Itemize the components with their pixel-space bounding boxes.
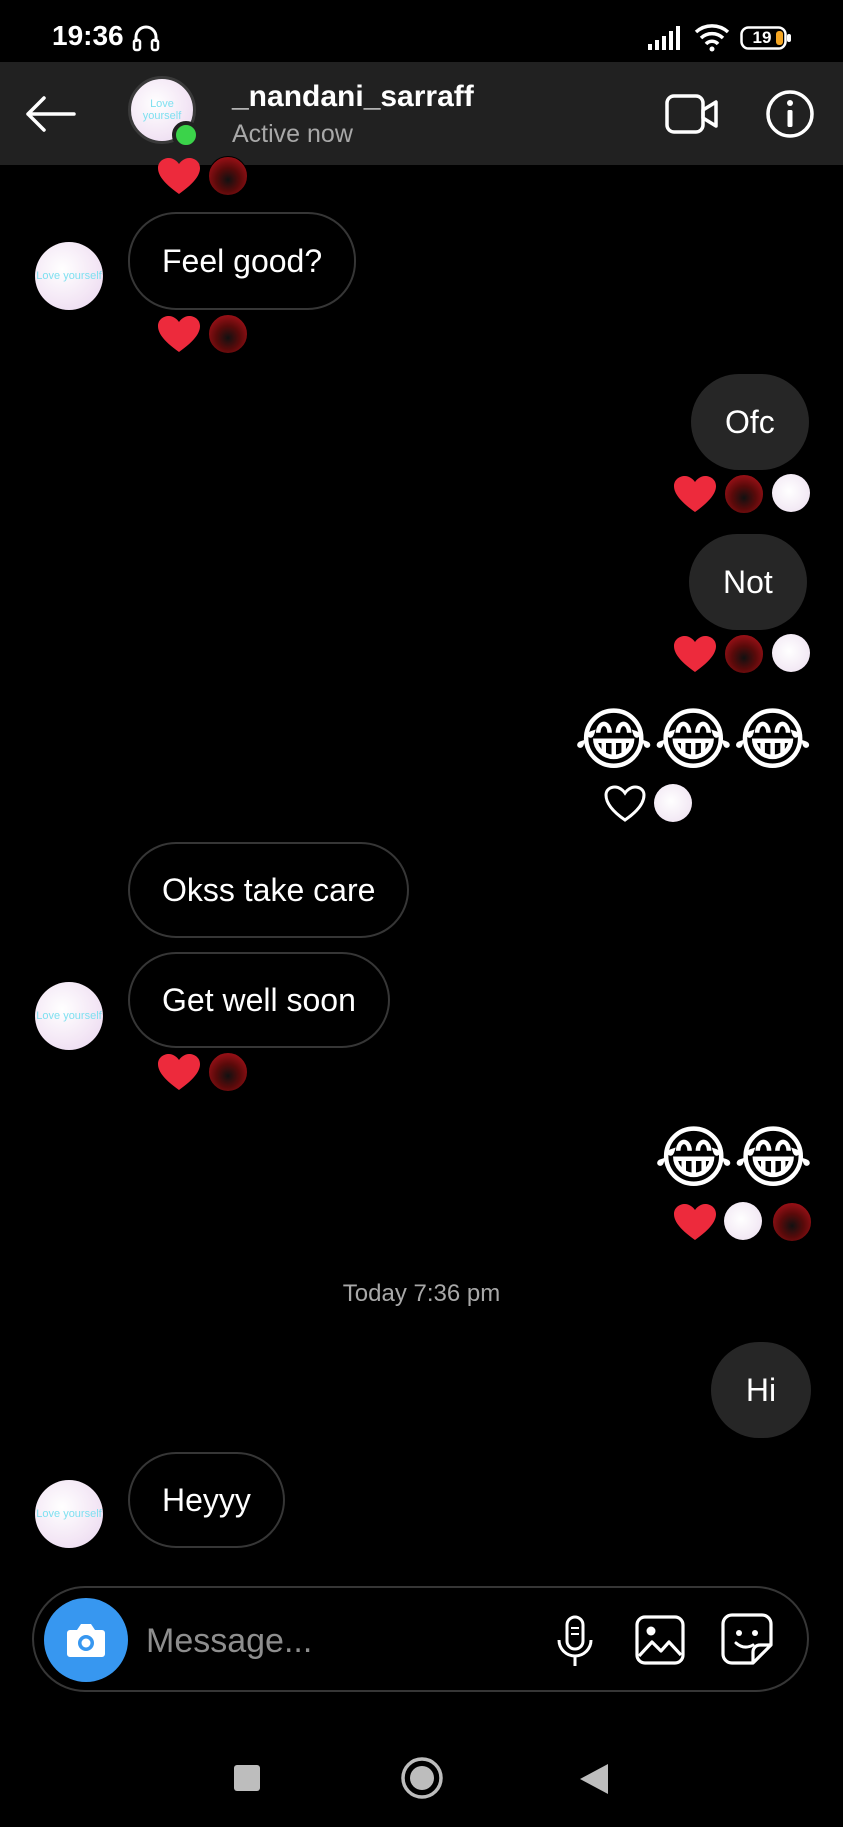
heart-icon[interactable] bbox=[674, 476, 716, 514]
heart-icon[interactable] bbox=[158, 158, 200, 196]
reactor-avatar bbox=[208, 1052, 248, 1092]
heart-outline-icon[interactable] bbox=[604, 785, 646, 823]
active-status: Active now bbox=[232, 120, 353, 148]
battery-level: 19 bbox=[752, 28, 772, 47]
gallery-icon[interactable] bbox=[634, 1614, 686, 1666]
sender-avatar[interactable]: Love yourself bbox=[35, 1480, 103, 1548]
emoji-message[interactable]: 😂😂😂 bbox=[574, 700, 812, 780]
heart-icon[interactable] bbox=[674, 1204, 716, 1242]
reactor-avatar bbox=[208, 156, 248, 196]
battery-icon: 19 bbox=[740, 26, 792, 50]
message-bubble-received[interactable]: Heyyy bbox=[128, 1452, 285, 1548]
headphones-icon bbox=[132, 25, 160, 52]
reactor-avatar bbox=[772, 1202, 812, 1242]
chat-timestamp: Today 7:36 pm bbox=[342, 1280, 501, 1307]
info-icon[interactable] bbox=[764, 88, 816, 140]
message-bubble-received[interactable]: Feel good? bbox=[128, 212, 357, 310]
status-time: 19:36 bbox=[52, 20, 124, 51]
camera-button[interactable] bbox=[44, 1598, 128, 1682]
emoji-message[interactable]: 😂😂 bbox=[654, 1118, 813, 1198]
heart-icon[interactable] bbox=[158, 1054, 200, 1092]
message-bubble-sent[interactable]: Hi bbox=[711, 1342, 811, 1438]
back-arrow-icon[interactable] bbox=[22, 92, 78, 136]
reactor-avatar bbox=[654, 784, 692, 822]
reactor-avatar bbox=[772, 634, 810, 672]
sender-avatar[interactable]: Love yourself bbox=[35, 242, 103, 310]
reactor-avatar bbox=[724, 1202, 762, 1240]
recents-button[interactable] bbox=[234, 1765, 260, 1791]
reactor-avatar bbox=[208, 314, 248, 354]
message-bubble-received[interactable]: Get well soon bbox=[128, 952, 390, 1048]
wifi-icon bbox=[694, 24, 730, 52]
heart-icon[interactable] bbox=[158, 316, 200, 354]
camera-icon bbox=[67, 1624, 105, 1657]
sticker-icon[interactable] bbox=[720, 1612, 774, 1666]
message-input[interactable] bbox=[144, 1612, 528, 1670]
message-bubble-received[interactable]: Okss take care bbox=[128, 842, 410, 938]
online-indicator bbox=[172, 121, 200, 149]
heart-icon[interactable] bbox=[674, 636, 716, 674]
microphone-icon[interactable] bbox=[550, 1614, 600, 1670]
message-bubble-sent[interactable]: Ofc bbox=[691, 374, 809, 470]
home-button[interactable] bbox=[400, 1756, 444, 1800]
chat-username[interactable]: _nandani_sarraff bbox=[232, 80, 474, 114]
video-call-icon[interactable] bbox=[664, 90, 720, 138]
signal-icon bbox=[648, 26, 680, 50]
reactor-avatar bbox=[724, 474, 764, 514]
message-bubble-sent[interactable]: Not bbox=[689, 534, 807, 630]
sender-avatar[interactable]: Love yourself bbox=[35, 982, 103, 1050]
nav-back-button[interactable] bbox=[578, 1762, 610, 1796]
reactor-avatar bbox=[724, 634, 764, 674]
reactor-avatar bbox=[772, 474, 810, 512]
